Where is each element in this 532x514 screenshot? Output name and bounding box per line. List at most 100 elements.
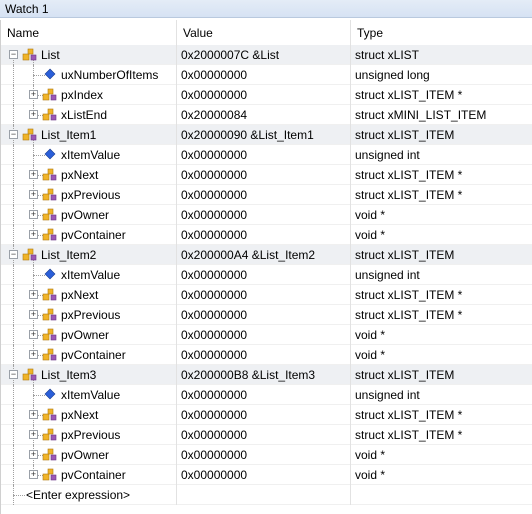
struct-icon <box>42 87 58 103</box>
collapse-toggle[interactable]: − <box>9 370 18 379</box>
value-cell[interactable]: 0x20000090 &List_Item1 <box>177 125 351 145</box>
type-cell: void * <box>355 328 386 342</box>
value-cell[interactable]: 0x00000000 <box>177 225 351 245</box>
expand-toggle[interactable]: + <box>29 90 38 99</box>
variable-name: List_Item2 <box>41 248 97 262</box>
expand-toggle[interactable]: + <box>29 310 38 319</box>
expand-toggle[interactable]: + <box>29 290 38 299</box>
variable-name: pxPrevious <box>61 188 121 202</box>
struct-icon <box>22 47 38 63</box>
value-cell[interactable]: 0x00000000 <box>177 165 351 185</box>
type-cell: struct xLIST_ITEM * <box>355 308 463 322</box>
value-cell[interactable]: 0x200000B8 &List_Item3 <box>177 365 351 385</box>
value-cell[interactable]: 0x00000000 <box>177 265 351 285</box>
watch-row[interactable]: + xListEnd 0x20000084 struct xMINI_LIST_ITE… <box>1 105 532 125</box>
expand-toggle[interactable]: + <box>29 190 38 199</box>
value-cell[interactable]: 0x00000000 <box>177 65 351 85</box>
collapse-toggle[interactable]: − <box>9 250 18 259</box>
tree-line <box>13 465 14 485</box>
value-cell[interactable]: 0x00000000 <box>177 285 351 305</box>
watch-row[interactable]: + pxPrevious 0x00000000 struct xLIST_ITEM * <box>1 425 532 445</box>
watch-row[interactable]: + pvContainer 0x00000000 void * <box>1 225 532 245</box>
collapse-toggle[interactable]: − <box>9 130 18 139</box>
expand-toggle[interactable]: + <box>29 410 38 419</box>
watch-row[interactable]: + pvOwner 0x00000000 void * <box>1 205 532 225</box>
expand-toggle[interactable]: + <box>29 350 38 359</box>
watch-row[interactable]: − List_Item2 0x200000A4 &List_Item2 struct … <box>1 245 532 265</box>
value-cell[interactable]: 0x00000000 <box>177 145 351 165</box>
watch-row[interactable]: + pvOwner 0x00000000 void * <box>1 325 532 345</box>
variable-name: xItemValue <box>61 388 121 402</box>
variable-name: pxPrevious <box>61 308 121 322</box>
value-cell[interactable]: 0x00000000 <box>177 85 351 105</box>
watch-row[interactable]: − List 0x2000007C &List struct xLIST <box>1 45 532 65</box>
name-cell: + xListEnd <box>1 105 177 125</box>
watch-row[interactable]: + pxPrevious 0x00000000 struct xLIST_ITEM * <box>1 305 532 325</box>
field-icon <box>42 267 58 283</box>
type-cell: struct xLIST_ITEM <box>355 248 455 262</box>
value-cell[interactable]: 0x00000000 <box>177 425 351 445</box>
collapse-toggle[interactable]: − <box>9 50 18 59</box>
watch-row[interactable]: + pvContainer 0x00000000 void * <box>1 465 532 485</box>
struct-icon <box>22 247 38 263</box>
expand-toggle[interactable]: + <box>29 210 38 219</box>
tree-line <box>13 405 14 425</box>
enter-expression-row[interactable]: <Enter expression> <box>1 485 532 505</box>
watch-row[interactable]: + pxNext 0x00000000 struct xLIST_ITEM * <box>1 165 532 185</box>
watch-rows: − List 0x2000007C &List struct xLIST uxNumbe… <box>1 45 532 505</box>
expand-toggle[interactable]: + <box>29 330 38 339</box>
value-cell[interactable]: 0x00000000 <box>177 205 351 225</box>
watch-row[interactable]: xItemValue 0x00000000 unsigned int <box>1 265 532 285</box>
watch-row[interactable]: xItemValue 0x00000000 unsigned int <box>1 385 532 405</box>
value-cell[interactable]: 0x00000000 <box>177 465 351 485</box>
value-cell[interactable]: 0x00000000 <box>177 445 351 465</box>
expand-toggle[interactable]: + <box>29 230 38 239</box>
watch-row[interactable]: − List_Item3 0x200000B8 &List_Item3 struct … <box>1 365 532 385</box>
type-cell: struct xLIST_ITEM * <box>355 88 463 102</box>
watch-row[interactable]: + pxNext 0x00000000 struct xLIST_ITEM * <box>1 405 532 425</box>
watch-row[interactable]: + pvContainer 0x00000000 void * <box>1 345 532 365</box>
name-cell: + pvContainer <box>1 225 177 245</box>
variable-name: xListEnd <box>61 108 108 122</box>
value-cell[interactable]: 0x2000007C &List <box>177 45 351 65</box>
column-header-type[interactable]: Type <box>351 20 532 45</box>
watch-row[interactable]: xItemValue 0x00000000 unsigned int <box>1 145 532 165</box>
watch-row[interactable]: uxNumberOfItems 0x00000000 unsigned long <box>1 65 532 85</box>
name-cell: + pxNext <box>1 405 177 425</box>
expand-toggle[interactable]: + <box>29 430 38 439</box>
tree-line <box>13 225 14 245</box>
column-header-name[interactable]: Name <box>1 20 177 45</box>
name-cell: <Enter expression> <box>1 485 177 505</box>
variable-name: uxNumberOfItems <box>61 68 159 82</box>
value-cell[interactable]: 0x00000000 <box>177 405 351 425</box>
watch-row[interactable]: + pxNext 0x00000000 struct xLIST_ITEM * <box>1 285 532 305</box>
tree-line <box>13 105 14 125</box>
watch-row[interactable]: − List_Item1 0x20000090 &List_Item1 struct … <box>1 125 532 145</box>
enter-expression-label[interactable]: <Enter expression> <box>26 485 130 505</box>
value-cell[interactable] <box>177 485 351 505</box>
variable-name: List <box>41 48 60 62</box>
watch-row[interactable]: + pxIndex 0x00000000 struct xLIST_ITEM * <box>1 85 532 105</box>
variable-name: xItemValue <box>61 148 121 162</box>
expand-toggle[interactable]: + <box>29 470 38 479</box>
value-cell[interactable]: 0x20000084 <box>177 105 351 125</box>
name-cell: + pvOwner <box>1 445 177 465</box>
struct-icon <box>42 427 58 443</box>
tree-line <box>13 145 14 165</box>
expand-toggle[interactable]: + <box>29 450 38 459</box>
column-header-value[interactable]: Value <box>177 20 351 45</box>
name-cell: + pvContainer <box>1 345 177 365</box>
tree-line <box>13 265 14 285</box>
value-cell[interactable]: 0x00000000 <box>177 345 351 365</box>
watch-row[interactable]: + pvOwner 0x00000000 void * <box>1 445 532 465</box>
type-cell: struct xLIST_ITEM * <box>355 168 463 182</box>
value-cell[interactable]: 0x00000000 <box>177 305 351 325</box>
watch-row[interactable]: + pxPrevious 0x00000000 struct xLIST_ITEM * <box>1 185 532 205</box>
value-cell[interactable]: 0x00000000 <box>177 185 351 205</box>
value-cell[interactable]: 0x00000000 <box>177 325 351 345</box>
value-cell[interactable]: 0x00000000 <box>177 385 351 405</box>
expand-toggle[interactable]: + <box>29 170 38 179</box>
value-cell[interactable]: 0x200000A4 &List_Item2 <box>177 245 351 265</box>
variable-name: pxNext <box>61 288 99 302</box>
expand-toggle[interactable]: + <box>29 110 38 119</box>
